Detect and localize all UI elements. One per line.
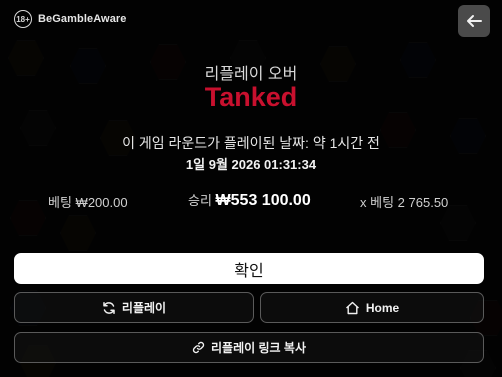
round-stats: 베팅 ₩200.00 승리 ₩553 100.00 x 베팅 2 765.50	[0, 190, 502, 210]
multiplier-stat: x 베팅 2 765.50	[360, 192, 448, 211]
bet-label: 베팅	[48, 195, 72, 210]
home-button[interactable]: Home	[260, 292, 484, 323]
win-stat: 승리 ₩553 100.00	[188, 190, 311, 210]
header-left: 18+ BeGambleAware	[14, 10, 127, 28]
replay-button[interactable]: 리플레이	[14, 292, 254, 323]
played-time-ago: 이 게임 라운드가 플레이된 날짜: 약 1시간 전	[122, 135, 380, 151]
replay-over-heading: 리플레이 오버	[204, 66, 298, 83]
multiplier-value: 2 765.50	[397, 195, 449, 210]
multiplier-label: x 베팅	[360, 195, 395, 210]
home-icon	[345, 301, 360, 315]
back-button[interactable]	[458, 5, 490, 37]
link-icon	[192, 341, 205, 354]
replay-button-label: 리플레이	[121, 301, 167, 315]
replay-over-dialog: 18+ BeGambleAware 리플레이 오버 Tanked 이 게임 라운…	[0, 0, 502, 377]
refresh-icon	[102, 301, 116, 315]
age-18-badge: 18+	[14, 10, 32, 28]
win-value: ₩553 100.00	[215, 192, 311, 209]
copy-replay-link-button[interactable]: 리플레이 링크 복사	[14, 332, 484, 363]
back-arrow-icon	[465, 12, 483, 30]
round-status: Tanked	[204, 82, 298, 112]
win-label: 승리	[188, 193, 212, 208]
bet-value: ₩200.00	[75, 195, 128, 210]
confirm-button[interactable]: 확인	[14, 253, 484, 284]
begambleaware-logo[interactable]: BeGambleAware	[38, 13, 127, 25]
home-button-label: Home	[365, 300, 400, 315]
bet-stat: 베팅 ₩200.00	[48, 192, 128, 211]
played-date: 1일 9월 2026 01:31:34	[185, 157, 317, 172]
copy-link-label: 리플레이 링크 복사	[211, 341, 306, 355]
